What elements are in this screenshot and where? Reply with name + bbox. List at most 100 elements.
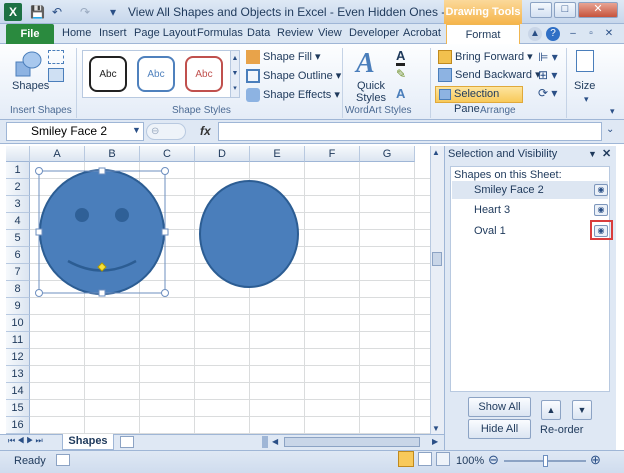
visibility-eye-icon[interactable]: ◉ — [594, 184, 608, 196]
quick-styles-button[interactable]: Quick Styles — [356, 80, 386, 104]
list-item-smiley-face[interactable]: Smiley Face 2 — [452, 181, 608, 199]
text-outline-icon[interactable]: ✎ — [396, 67, 406, 81]
scroll-down-icon[interactable]: ▼ — [432, 424, 440, 433]
row-header[interactable]: 6 — [6, 247, 30, 264]
text-effects-icon[interactable]: A — [396, 86, 405, 101]
row-header[interactable]: 7 — [6, 264, 30, 281]
page-break-view-icon[interactable] — [436, 452, 450, 466]
vertical-scrollbar[interactable] — [430, 146, 444, 434]
hide-all-button[interactable]: Hide All — [468, 419, 531, 439]
shape-effects-button[interactable]: Shape Effects ▾ — [246, 88, 340, 103]
column-header[interactable]: A — [30, 146, 85, 162]
column-header[interactable]: D — [195, 146, 250, 162]
ribbon-collapse-icon[interactable]: ▲ — [528, 27, 542, 41]
oval-shape[interactable] — [199, 180, 299, 288]
shape-outline-button[interactable]: Shape Outline ▾ — [246, 69, 341, 84]
row-header[interactable]: 8 — [6, 281, 30, 298]
send-backward-button[interactable]: Send Backward ▾ — [438, 68, 541, 83]
rotate-icon[interactable]: ⟳ ▾ — [538, 86, 557, 100]
row-header[interactable]: 5 — [6, 230, 30, 247]
row-header[interactable]: 3 — [6, 196, 30, 213]
row-header[interactable]: 13 — [6, 366, 30, 383]
size-dropdown-icon[interactable]: ▾ — [584, 94, 589, 105]
sheet-nav-icons[interactable]: ⏮◀▶⏭ — [8, 436, 45, 446]
row-header[interactable]: 16 — [6, 417, 30, 434]
row-header[interactable]: 14 — [6, 383, 30, 400]
size-button[interactable]: Size — [574, 80, 595, 92]
tab-formulas[interactable]: Formulas — [197, 27, 243, 39]
tab-review[interactable]: Review — [277, 27, 313, 39]
normal-view-icon[interactable] — [398, 451, 414, 467]
tab-split-handle[interactable] — [262, 436, 268, 448]
smiley-face-shape[interactable] — [39, 169, 165, 295]
doc-close-icon[interactable]: ✕ — [602, 27, 616, 41]
sheet-tab-shapes[interactable]: Shapes — [62, 434, 114, 450]
pane-dropdown-icon[interactable]: ▼ — [588, 149, 597, 159]
tab-insert[interactable]: Insert — [99, 27, 127, 39]
visibility-eye-icon[interactable]: ◉ — [594, 204, 608, 216]
name-box[interactable]: Smiley Face 2 — [6, 122, 144, 141]
formula-expand-icon[interactable]: ⌄ — [606, 124, 614, 135]
shape-style-3[interactable]: Abc — [185, 56, 223, 92]
row-header[interactable]: 9 — [6, 298, 30, 315]
row-header[interactable]: 10 — [6, 315, 30, 332]
column-header[interactable]: G — [360, 146, 415, 162]
text-fill-icon[interactable]: A — [396, 48, 406, 66]
column-header[interactable]: B — [85, 146, 140, 162]
scroll-up-icon[interactable]: ▲ — [432, 148, 440, 157]
save-icon[interactable]: 💾 — [30, 5, 45, 19]
close-button[interactable]: ✕ — [578, 2, 618, 18]
shapes-icon[interactable] — [14, 50, 42, 78]
row-header[interactable]: 1 — [6, 162, 30, 179]
tab-view[interactable]: View — [318, 27, 342, 39]
name-box-dropdown-icon[interactable]: ▼ — [132, 125, 141, 135]
row-header[interactable]: 15 — [6, 400, 30, 417]
shape-fill-button[interactable]: Shape Fill ▾ — [246, 50, 321, 65]
page-layout-view-icon[interactable] — [418, 452, 432, 466]
row-header[interactable]: 4 — [6, 213, 30, 230]
doc-minimize-icon[interactable]: – — [566, 27, 580, 41]
macro-record-icon[interactable] — [56, 454, 70, 466]
column-header[interactable]: C — [140, 146, 195, 162]
tab-format[interactable]: Format — [446, 24, 520, 45]
move-up-icon[interactable]: ▲ — [541, 400, 561, 420]
maximize-button[interactable]: □ — [554, 2, 576, 18]
tab-data[interactable]: Data — [247, 27, 270, 39]
zoom-slider-thumb[interactable] — [543, 455, 548, 467]
undo-icon[interactable]: ↶ — [50, 5, 64, 19]
help-icon[interactable]: ? — [546, 27, 560, 41]
row-header[interactable]: 11 — [6, 332, 30, 349]
move-down-icon[interactable]: ▼ — [572, 400, 592, 420]
list-item-heart[interactable]: Heart 3 — [452, 201, 608, 219]
horizontal-scroll-thumb[interactable] — [284, 437, 420, 447]
column-header[interactable]: E — [250, 146, 305, 162]
tab-developer[interactable]: Developer — [349, 27, 399, 39]
gallery-scroll-icon[interactable]: ▲ ▼ ▾ — [230, 50, 240, 98]
wordart-a-icon[interactable]: A — [356, 48, 375, 80]
select-all-corner[interactable] — [6, 146, 30, 162]
row-header[interactable]: 12 — [6, 349, 30, 366]
redo-icon[interactable]: ↷ — [78, 5, 92, 19]
formula-cancel-icon[interactable]: ⊖ — [146, 123, 186, 140]
group-icon[interactable]: ⊞ ▾ — [538, 68, 557, 82]
tab-page-layout[interactable]: Page Layout — [134, 27, 196, 39]
list-item-oval[interactable]: Oval 1 — [452, 222, 608, 240]
bring-forward-button[interactable]: Bring Forward ▾ — [438, 50, 533, 65]
customize-qat-icon[interactable]: ▾ — [106, 5, 120, 19]
zoom-in-icon[interactable]: ⊕ — [590, 452, 601, 468]
size-icon[interactable] — [576, 50, 594, 72]
shape-style-2[interactable]: Abc — [137, 56, 175, 92]
insert-sheet-icon[interactable] — [120, 436, 134, 448]
shape-style-1[interactable]: Abc — [89, 56, 127, 92]
show-all-button[interactable]: Show All — [468, 397, 531, 417]
row-header[interactable]: 2 — [6, 179, 30, 196]
edit-shape-icon[interactable] — [48, 50, 64, 64]
tab-file[interactable]: File — [6, 24, 54, 44]
minimize-button[interactable]: – — [530, 2, 552, 18]
vertical-scroll-thumb[interactable] — [432, 252, 442, 266]
text-box-icon[interactable] — [48, 68, 64, 82]
scroll-right-icon[interactable]: ▶ — [432, 437, 438, 446]
zoom-level[interactable]: 100% — [456, 455, 484, 467]
excel-logo-icon[interactable]: X — [4, 3, 22, 21]
shapes-button[interactable]: Shapes — [12, 80, 49, 92]
